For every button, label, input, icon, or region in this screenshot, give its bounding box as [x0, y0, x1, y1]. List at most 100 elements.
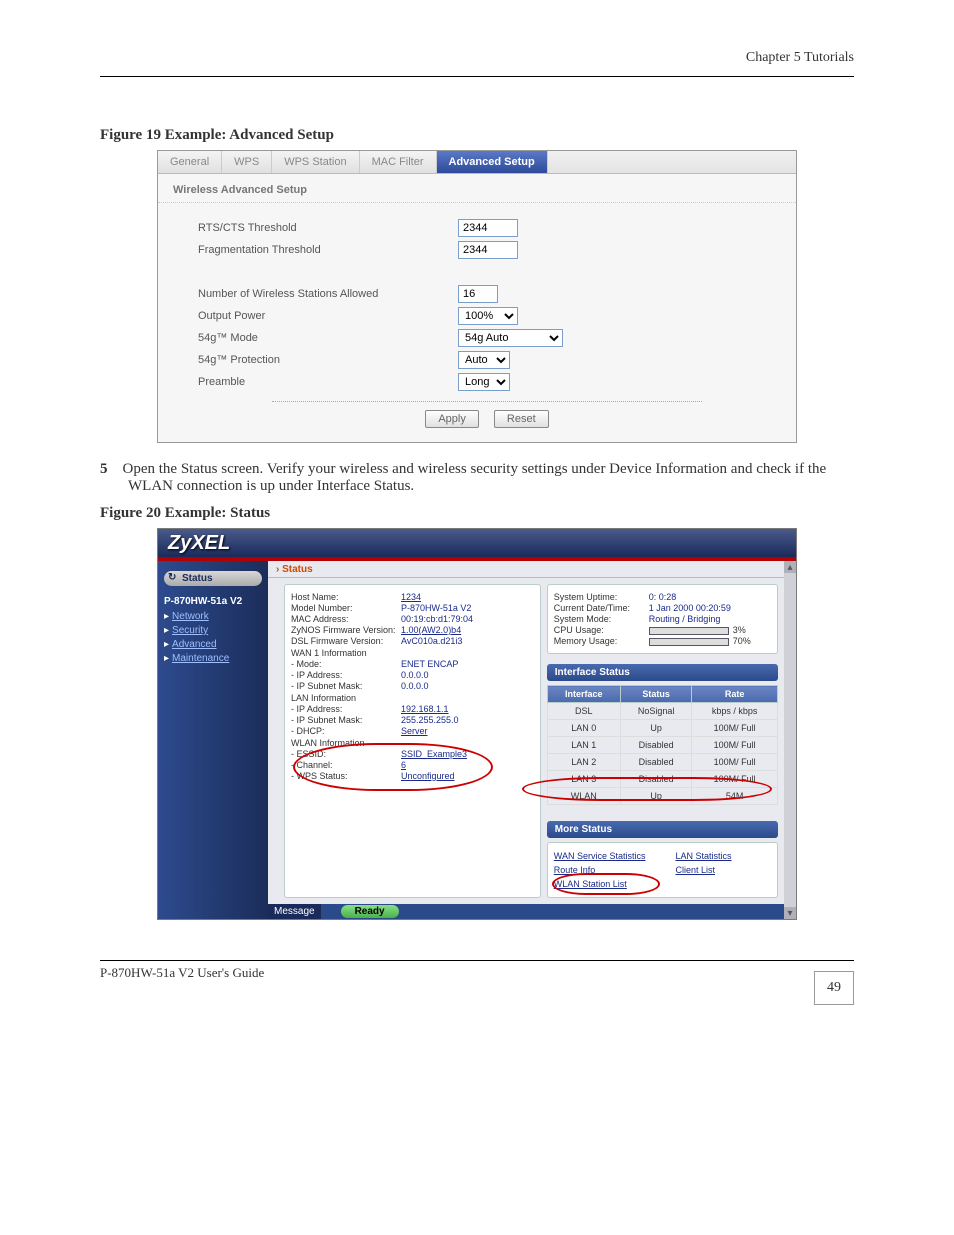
preamble-label: Preamble	[198, 376, 458, 388]
chapter-header: Chapter 5 Tutorials	[100, 50, 854, 66]
link-lan-stats[interactable]: LAN Statistics	[675, 851, 731, 861]
tab-mac-filter[interactable]: MAC Filter	[360, 151, 437, 173]
figure-19-label: Figure 19 Example: Advanced Setup	[100, 127, 854, 144]
footer-rule	[100, 960, 854, 961]
frag-label: Fragmentation Threshold	[198, 244, 458, 256]
wlan-ch-value[interactable]: 6	[401, 760, 406, 770]
row-lan3: LAN 3Disabled100M/ Full	[547, 771, 777, 788]
sidebar-advanced[interactable]: Advanced	[164, 639, 264, 650]
sidebar-model: P-870HW-51a V2	[164, 596, 264, 607]
preamble-select[interactable]: Long	[458, 373, 510, 391]
host-name-value[interactable]: 1234	[401, 592, 421, 602]
reset-button[interactable]: Reset	[494, 410, 549, 428]
scroll-down-icon[interactable]: ▾	[784, 907, 796, 919]
cpu-pct: 3%	[733, 625, 746, 635]
nstations-label: Number of Wireless Stations Allowed	[198, 288, 458, 300]
interface-table: Interface Status Rate DSLNoSignalkbps / …	[547, 685, 778, 805]
link-client-list[interactable]: Client List	[675, 865, 715, 875]
wlan-header: WLAN Information	[291, 738, 534, 748]
interface-status-title: Interface Status	[547, 664, 778, 681]
link-wlan-station-list[interactable]: WLAN Station List	[554, 879, 627, 889]
tab-wps-station[interactable]: WPS Station	[272, 151, 359, 173]
wan-mask-label: - IP Subnet Mask:	[291, 681, 401, 691]
mac-value: 00:19:cb:d1:79:04	[401, 614, 473, 624]
th-status: Status	[620, 686, 692, 703]
lan-header: LAN Information	[291, 693, 534, 703]
scroll-up-icon[interactable]: ▴	[784, 561, 796, 573]
link-wan-stats[interactable]: WAN Service Statistics	[554, 851, 646, 861]
lan-mask-value: 255.255.255.0	[401, 715, 459, 725]
page-number: 49	[814, 971, 854, 1005]
mac-label: MAC Address:	[291, 614, 401, 624]
sidebar-security[interactable]: Security	[164, 625, 264, 636]
message-bar: Message Ready	[268, 904, 784, 919]
system-status-panel: System Uptime:0: 0:28 Current Date/Time:…	[547, 584, 778, 654]
frag-input[interactable]	[458, 241, 518, 259]
wan-ip-value: 0.0.0.0	[401, 670, 429, 680]
uptime-label: System Uptime:	[554, 592, 649, 602]
wan-mode-label: - Mode:	[291, 659, 401, 669]
lan-ip-label: - IP Address:	[291, 704, 401, 714]
more-status-panel: WAN Service Statistics Route Info WLAN S…	[547, 842, 778, 898]
row-lan1: LAN 1Disabled100M/ Full	[547, 737, 777, 754]
prot-select[interactable]: Auto	[458, 351, 510, 369]
mode-label: 54g™ Mode	[198, 332, 458, 344]
power-select[interactable]: 100%	[458, 307, 518, 325]
lan-dhcp-value[interactable]: Server	[401, 726, 428, 736]
figure-20-label: Figure 20 Example: Status	[100, 505, 854, 522]
status-screenshot: ZyXEL Status P-870HW-51a V2 Network Secu…	[157, 528, 797, 920]
wlan-ch-label: - Channel:	[291, 760, 401, 770]
advanced-setup-screenshot: General WPS WPS Station MAC Filter Advan…	[157, 150, 797, 443]
tab-general[interactable]: General	[158, 151, 222, 173]
host-name-label: Host Name:	[291, 592, 401, 602]
tab-advanced-setup[interactable]: Advanced Setup	[437, 151, 548, 173]
device-info-panel: Host Name:1234 Model Number:P-870HW-51a …	[284, 584, 541, 898]
mem-bar	[649, 638, 729, 646]
rts-input[interactable]	[458, 219, 518, 237]
rts-label: RTS/CTS Threshold	[198, 222, 458, 234]
cpu-label: CPU Usage:	[554, 625, 649, 635]
model-label: Model Number:	[291, 603, 401, 613]
sidebar-maintenance[interactable]: Maintenance	[164, 653, 264, 664]
sysmode-label: System Mode:	[554, 614, 649, 624]
link-route-info[interactable]: Route Info	[554, 865, 596, 875]
wan-mask-value: 0.0.0.0	[401, 681, 429, 691]
uptime-value: 0: 0:28	[649, 592, 677, 602]
mem-pct: 70%	[733, 636, 751, 646]
fw-label: ZyNOS Firmware Version:	[291, 625, 401, 635]
lan-ip-value[interactable]: 192.168.1.1	[401, 704, 449, 714]
sidebar-network[interactable]: Network	[164, 611, 264, 622]
wan-header: WAN 1 Information	[291, 648, 534, 658]
dslfw-value: AvC010a.d21i3	[401, 636, 462, 646]
scrollbar[interactable]: ▴ ▾	[784, 561, 796, 919]
th-interface: Interface	[547, 686, 620, 703]
fw-value[interactable]: 1.00(AW2.0)b4	[401, 625, 461, 635]
apply-button[interactable]: Apply	[425, 410, 479, 428]
sidebar: Status P-870HW-51a V2 Network Security A…	[158, 561, 268, 919]
wlan-ssid-value[interactable]: SSID_Example3	[401, 749, 467, 759]
prot-label: 54g™ Protection	[198, 354, 458, 366]
mode-select[interactable]: 54g Auto	[458, 329, 563, 347]
brand-logo: ZyXEL	[168, 532, 230, 555]
separator	[272, 401, 702, 402]
tab-bar: General WPS WPS Station MAC Filter Advan…	[158, 151, 796, 174]
section-title: Wireless Advanced Setup	[158, 174, 796, 203]
brand-bar: ZyXEL	[158, 529, 796, 557]
wlan-wps-value[interactable]: Unconfigured	[401, 771, 455, 781]
lan-dhcp-label: - DHCP:	[291, 726, 401, 736]
more-status-title: More Status	[547, 821, 778, 838]
lan-mask-label: - IP Subnet Mask:	[291, 715, 401, 725]
mem-label: Memory Usage:	[554, 636, 649, 646]
th-rate: Rate	[692, 686, 778, 703]
row-wlan: WLANUp54M	[547, 788, 777, 805]
power-label: Output Power	[198, 310, 458, 322]
sidebar-status[interactable]: Status	[164, 571, 262, 586]
tab-wps[interactable]: WPS	[222, 151, 272, 173]
wlan-ssid-label: - ESSID:	[291, 749, 401, 759]
nstations-input[interactable]	[458, 285, 498, 303]
row-lan2: LAN 2Disabled100M/ Full	[547, 754, 777, 771]
dslfw-label: DSL Firmware Version:	[291, 636, 401, 646]
header-rule	[100, 76, 854, 77]
status-header: Status	[268, 561, 784, 578]
sysmode-value: Routing / Bridging	[649, 614, 721, 624]
